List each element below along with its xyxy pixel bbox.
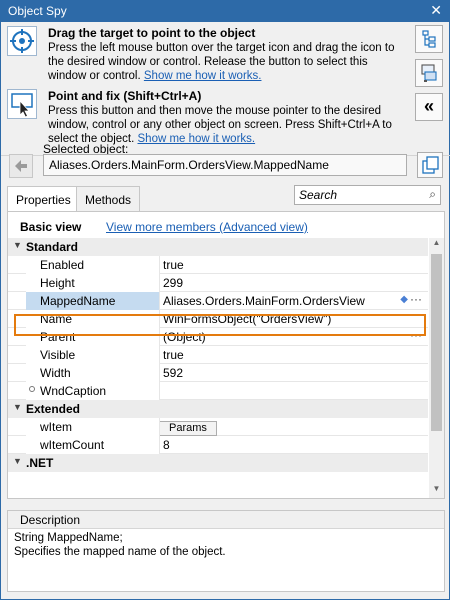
property-name: Enabled [26,256,160,274]
property-row-mappedname[interactable]: MappedName Aliases.Orders.MainForm.Order… [8,292,428,310]
expand-circle-icon[interactable] [29,386,35,392]
description-signature: String MappedName; [14,532,123,544]
property-name: WndCaption [26,382,160,400]
tab-methods[interactable]: Methods [76,186,141,212]
scroll-thumb[interactable] [431,254,442,431]
property-row[interactable]: Name WinFormsObject("OrdersView") [8,310,428,328]
property-name-text: WndCaption [40,384,107,398]
property-name: Name [26,310,160,328]
point-and-fix-text: Press this button and then move the mous… [48,104,403,146]
tab-properties[interactable]: Properties [7,186,80,212]
ellipsis-button[interactable]: ··· [410,292,422,306]
property-row[interactable]: Parent (Object) ··· [8,328,428,346]
property-value[interactable]: (Object) [160,328,428,346]
category-label: Extended [26,402,81,416]
property-value[interactable]: 8 [160,436,428,454]
drag-target-help-link[interactable]: Show me how it works. [144,70,262,82]
property-row[interactable]: Visible true [8,346,428,364]
property-name: Width [26,364,160,382]
property-name: Parent [26,328,160,346]
property-row[interactable]: Enabled true [8,256,428,274]
category-label: .NET [26,456,54,470]
property-row[interactable]: Width 592 [8,364,428,382]
view-bar: Basic view View more members (Advanced v… [8,212,444,238]
collapse-arrow-icon[interactable]: ▼ [13,402,22,412]
params-button[interactable]: Params [160,421,217,436]
search-icon[interactable]: ⌕ [429,187,436,202]
property-value[interactable]: 592 [160,364,428,382]
property-value[interactable]: WinFormsObject("OrdersView") [160,310,428,328]
point-and-fix-help-link[interactable]: Show me how it works. [138,133,256,145]
property-row[interactable]: Height 299 [8,274,428,292]
description-panel: Description String MappedName; Specifies… [7,510,445,592]
mapped-object-icon: ◆ [400,294,408,305]
ellipsis-button[interactable]: ··· [410,328,422,342]
copy-icon[interactable] [417,152,443,178]
tree-icon[interactable] [415,25,443,53]
collapse-icon[interactable]: « [415,93,443,121]
drag-target-title: Drag the target to point to the object [48,26,256,40]
scroll-down-icon[interactable]: ▼ [429,484,444,498]
collapse-arrow-icon[interactable]: ▼ [13,456,22,466]
drag-target-hint: Drag the target to point to the object P… [7,26,407,88]
target-icon[interactable] [7,26,37,56]
property-value: Params [160,418,428,436]
property-name: Visible [26,346,160,364]
property-value[interactable] [160,382,428,400]
search-placeholder: Search [299,188,338,202]
point-and-fix-title: Point and fix (Shift+Ctrl+A) [48,89,202,103]
category-extended[interactable]: ▼ Extended [8,400,428,418]
vertical-scrollbar[interactable]: ▲ ▼ [429,238,444,498]
property-grid: ▼ Standard Enabled true Height 299 Mappe… [8,238,428,498]
property-row[interactable]: WndCaption [8,382,428,400]
collapse-arrow-icon[interactable]: ▼ [13,240,22,250]
advanced-view-link[interactable]: View more members (Advanced view) [106,220,308,234]
back-arrow-icon[interactable] [9,154,33,178]
category-net[interactable]: ▼ .NET [8,454,428,472]
point-and-fix-icon[interactable] [7,89,37,119]
property-value[interactable]: Aliases.Orders.MainForm.OrdersView [160,292,428,310]
basic-view-label: Basic view [20,220,82,234]
title-bar: Object Spy ✕ [0,0,450,22]
category-standard[interactable]: ▼ Standard [8,238,428,256]
property-name: MappedName [26,292,160,310]
category-label: Standard [26,240,79,254]
selected-object-field[interactable]: Aliases.Orders.MainForm.OrdersView.Mappe… [43,154,407,176]
scroll-up-icon[interactable]: ▲ [429,238,444,252]
property-value[interactable]: true [160,256,428,274]
property-value[interactable]: true [160,346,428,364]
drag-target-text: Press the left mouse button over the tar… [48,41,403,83]
property-row[interactable]: wItem Params [8,418,428,436]
properties-panel: Basic view View more members (Advanced v… [7,211,445,499]
close-icon[interactable]: ✕ [430,2,442,19]
property-row[interactable]: wItemCount 8 [8,436,428,454]
object-browser-icon[interactable] [415,59,443,87]
search-input[interactable]: Search ⌕ [294,185,441,205]
description-header: Description [8,511,444,529]
property-name: wItem [26,418,160,436]
property-name: wItemCount [26,436,160,454]
property-value[interactable]: 299 [160,274,428,292]
description-text: Specifies the mapped name of the object. [14,546,226,558]
property-name: Height [26,274,160,292]
window-title: Object Spy [8,4,67,18]
window-frame: Drag the target to point to the object P… [0,22,450,600]
